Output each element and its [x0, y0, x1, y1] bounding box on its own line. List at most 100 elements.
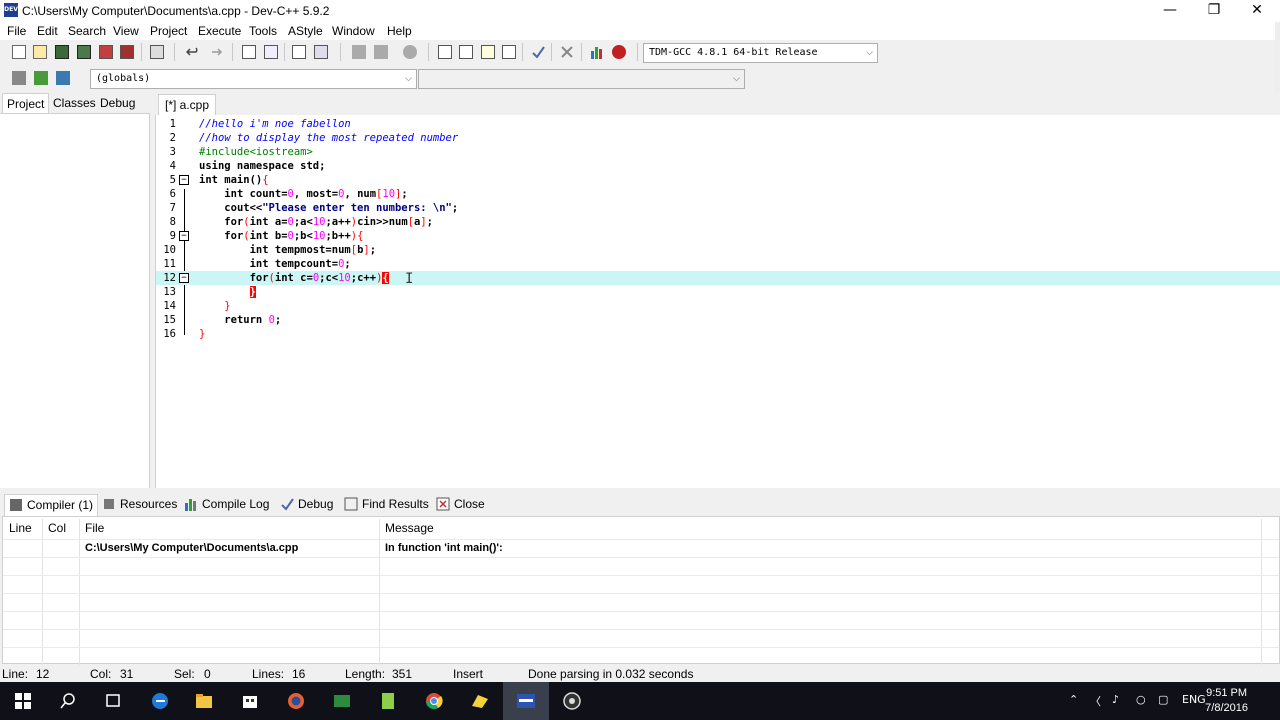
taskbar-file-explorer[interactable] [181, 682, 227, 720]
close-button[interactable]: ✕ [1237, 0, 1277, 22]
fold-toggle-icon[interactable]: − [179, 273, 189, 283]
taskbar-store[interactable] [227, 682, 273, 720]
insert-code-icon[interactable] [10, 69, 28, 87]
check-syntax-icon[interactable] [529, 43, 547, 61]
code-line-12: 12− for(int c=0;c<10;c++){ [156, 271, 1280, 285]
menu-edit[interactable]: Edit [37, 24, 58, 38]
redo-icon[interactable] [206, 43, 224, 61]
menu-file[interactable]: File [7, 24, 26, 38]
store-icon [243, 696, 257, 708]
column-col[interactable]: Col [48, 521, 66, 535]
menu-astyle[interactable]: AStyle [288, 24, 323, 38]
open-file-icon[interactable] [31, 43, 49, 61]
new-file-icon[interactable] [10, 43, 28, 61]
menu-execute[interactable]: Execute [198, 24, 241, 38]
scope-select[interactable]: (globals) ⌵ [90, 69, 417, 89]
replace-icon[interactable] [262, 43, 280, 61]
indent-icon[interactable] [350, 43, 368, 61]
menu-view[interactable]: View [113, 24, 139, 38]
tab-debug[interactable]: Debug [96, 93, 139, 113]
task-view-icon [106, 694, 120, 707]
taskbar-clock[interactable]: 9:51 PM 7/8/2016 [1205, 686, 1248, 716]
text-cursor-icon: I [405, 271, 414, 287]
windows-logo-icon [15, 693, 31, 709]
save-all-icon[interactable] [75, 43, 93, 61]
start-button[interactable] [0, 682, 46, 720]
find-icon [344, 497, 358, 511]
debug-icon[interactable] [610, 43, 628, 61]
tab-find-results-label: Find Results [362, 497, 429, 511]
restore-button[interactable]: ❐ [1194, 0, 1234, 22]
tab-debug-output[interactable]: Debug [276, 494, 333, 516]
tab-find-results[interactable]: Find Results [340, 494, 429, 516]
show-hidden-icons-icon[interactable]: ⌃ [1069, 693, 1078, 706]
tab-classes[interactable]: Classes [49, 93, 100, 113]
toggle-comment-icon[interactable] [401, 43, 419, 61]
taskbar-edge[interactable] [137, 682, 183, 720]
find-icon[interactable] [240, 43, 258, 61]
menu-window[interactable]: Window [332, 24, 375, 38]
grid-icon[interactable] [500, 43, 518, 61]
insert-icon[interactable] [457, 43, 475, 61]
taskbar-chrome[interactable] [411, 682, 457, 720]
bottom-tab-bar: Compiler (1) Resources Compile Log Debug… [0, 492, 1280, 516]
status-col-value: 31 [120, 667, 134, 681]
class-browser-icon[interactable] [479, 43, 497, 61]
fold-toggle-icon[interactable]: − [179, 231, 189, 241]
fold-toggle-icon[interactable]: − [179, 175, 189, 185]
search-icon [60, 693, 75, 709]
status-message: Done parsing in 0.032 seconds [528, 667, 694, 681]
editor-tab-bar: [*] a.cpp [150, 93, 1280, 115]
goto-line-icon[interactable] [290, 43, 308, 61]
resources-icon [104, 499, 114, 509]
goto-declaration-icon[interactable] [32, 69, 50, 87]
toggle-bookmark-icon[interactable] [312, 43, 330, 61]
taskbar-search[interactable] [45, 682, 91, 720]
task-view-button[interactable] [90, 682, 136, 720]
menu-search[interactable]: Search [68, 24, 106, 38]
code-line-5: 5− int main(){ [169, 174, 269, 186]
menu-help[interactable]: Help [387, 24, 412, 38]
taskbar-firefox[interactable] [273, 682, 319, 720]
stop-icon[interactable] [558, 43, 576, 61]
column-message[interactable]: Message [385, 521, 434, 535]
code-line-11: 11 int tempcount=0; [163, 258, 351, 270]
tab-compile-log[interactable]: Compile Log [180, 494, 269, 516]
status-sel-value: 0 [204, 667, 211, 681]
tab-resources[interactable]: Resources [98, 494, 177, 516]
taskbar-folder[interactable] [457, 682, 503, 720]
print-icon[interactable] [148, 43, 166, 61]
goto-definition-icon[interactable] [54, 69, 72, 87]
function-select[interactable]: ⌵ [418, 69, 745, 89]
column-line[interactable]: Line [9, 521, 32, 535]
taskbar-devcpp[interactable] [503, 682, 549, 720]
tab-project[interactable]: Project [2, 93, 50, 113]
input-method-icon[interactable]: 〈 [1090, 693, 1101, 709]
taskbar-obs[interactable] [549, 682, 595, 720]
network-icon[interactable]: ○ [1136, 693, 1146, 706]
unindent-icon[interactable] [372, 43, 390, 61]
code-line-13: 13 } [163, 286, 256, 298]
status-col-label: Col: [90, 667, 112, 681]
tab-close[interactable]: Close [432, 494, 485, 516]
taskbar-notepad-plus[interactable] [365, 682, 411, 720]
language-indicator[interactable]: ENG [1182, 693, 1206, 706]
close-all-icon[interactable] [118, 43, 136, 61]
save-icon[interactable] [53, 43, 71, 61]
action-center-icon[interactable]: ▢ [1158, 693, 1168, 706]
column-file[interactable]: File [85, 521, 104, 535]
menu-tools[interactable]: Tools [249, 24, 277, 38]
taskbar-excel[interactable] [319, 682, 365, 720]
minimize-button[interactable]: — [1150, 0, 1190, 22]
tab-a-cpp[interactable]: [*] a.cpp [158, 94, 217, 115]
compiler-select[interactable]: TDM-GCC 4.8.1 64-bit Release ⌵ [643, 43, 878, 63]
volume-icon[interactable]: ♪ [1112, 693, 1119, 706]
tab-compiler[interactable]: Compiler (1) [4, 494, 99, 516]
compiler-icon [10, 499, 22, 511]
new-project-icon[interactable] [436, 43, 454, 61]
profile-icon[interactable] [588, 43, 606, 61]
undo-icon[interactable] [184, 43, 202, 61]
code-editor[interactable]: 1//hello i'm noe fabellon 2//how to disp… [155, 115, 1280, 488]
close-file-icon[interactable] [97, 43, 115, 61]
menu-project[interactable]: Project [150, 24, 187, 38]
